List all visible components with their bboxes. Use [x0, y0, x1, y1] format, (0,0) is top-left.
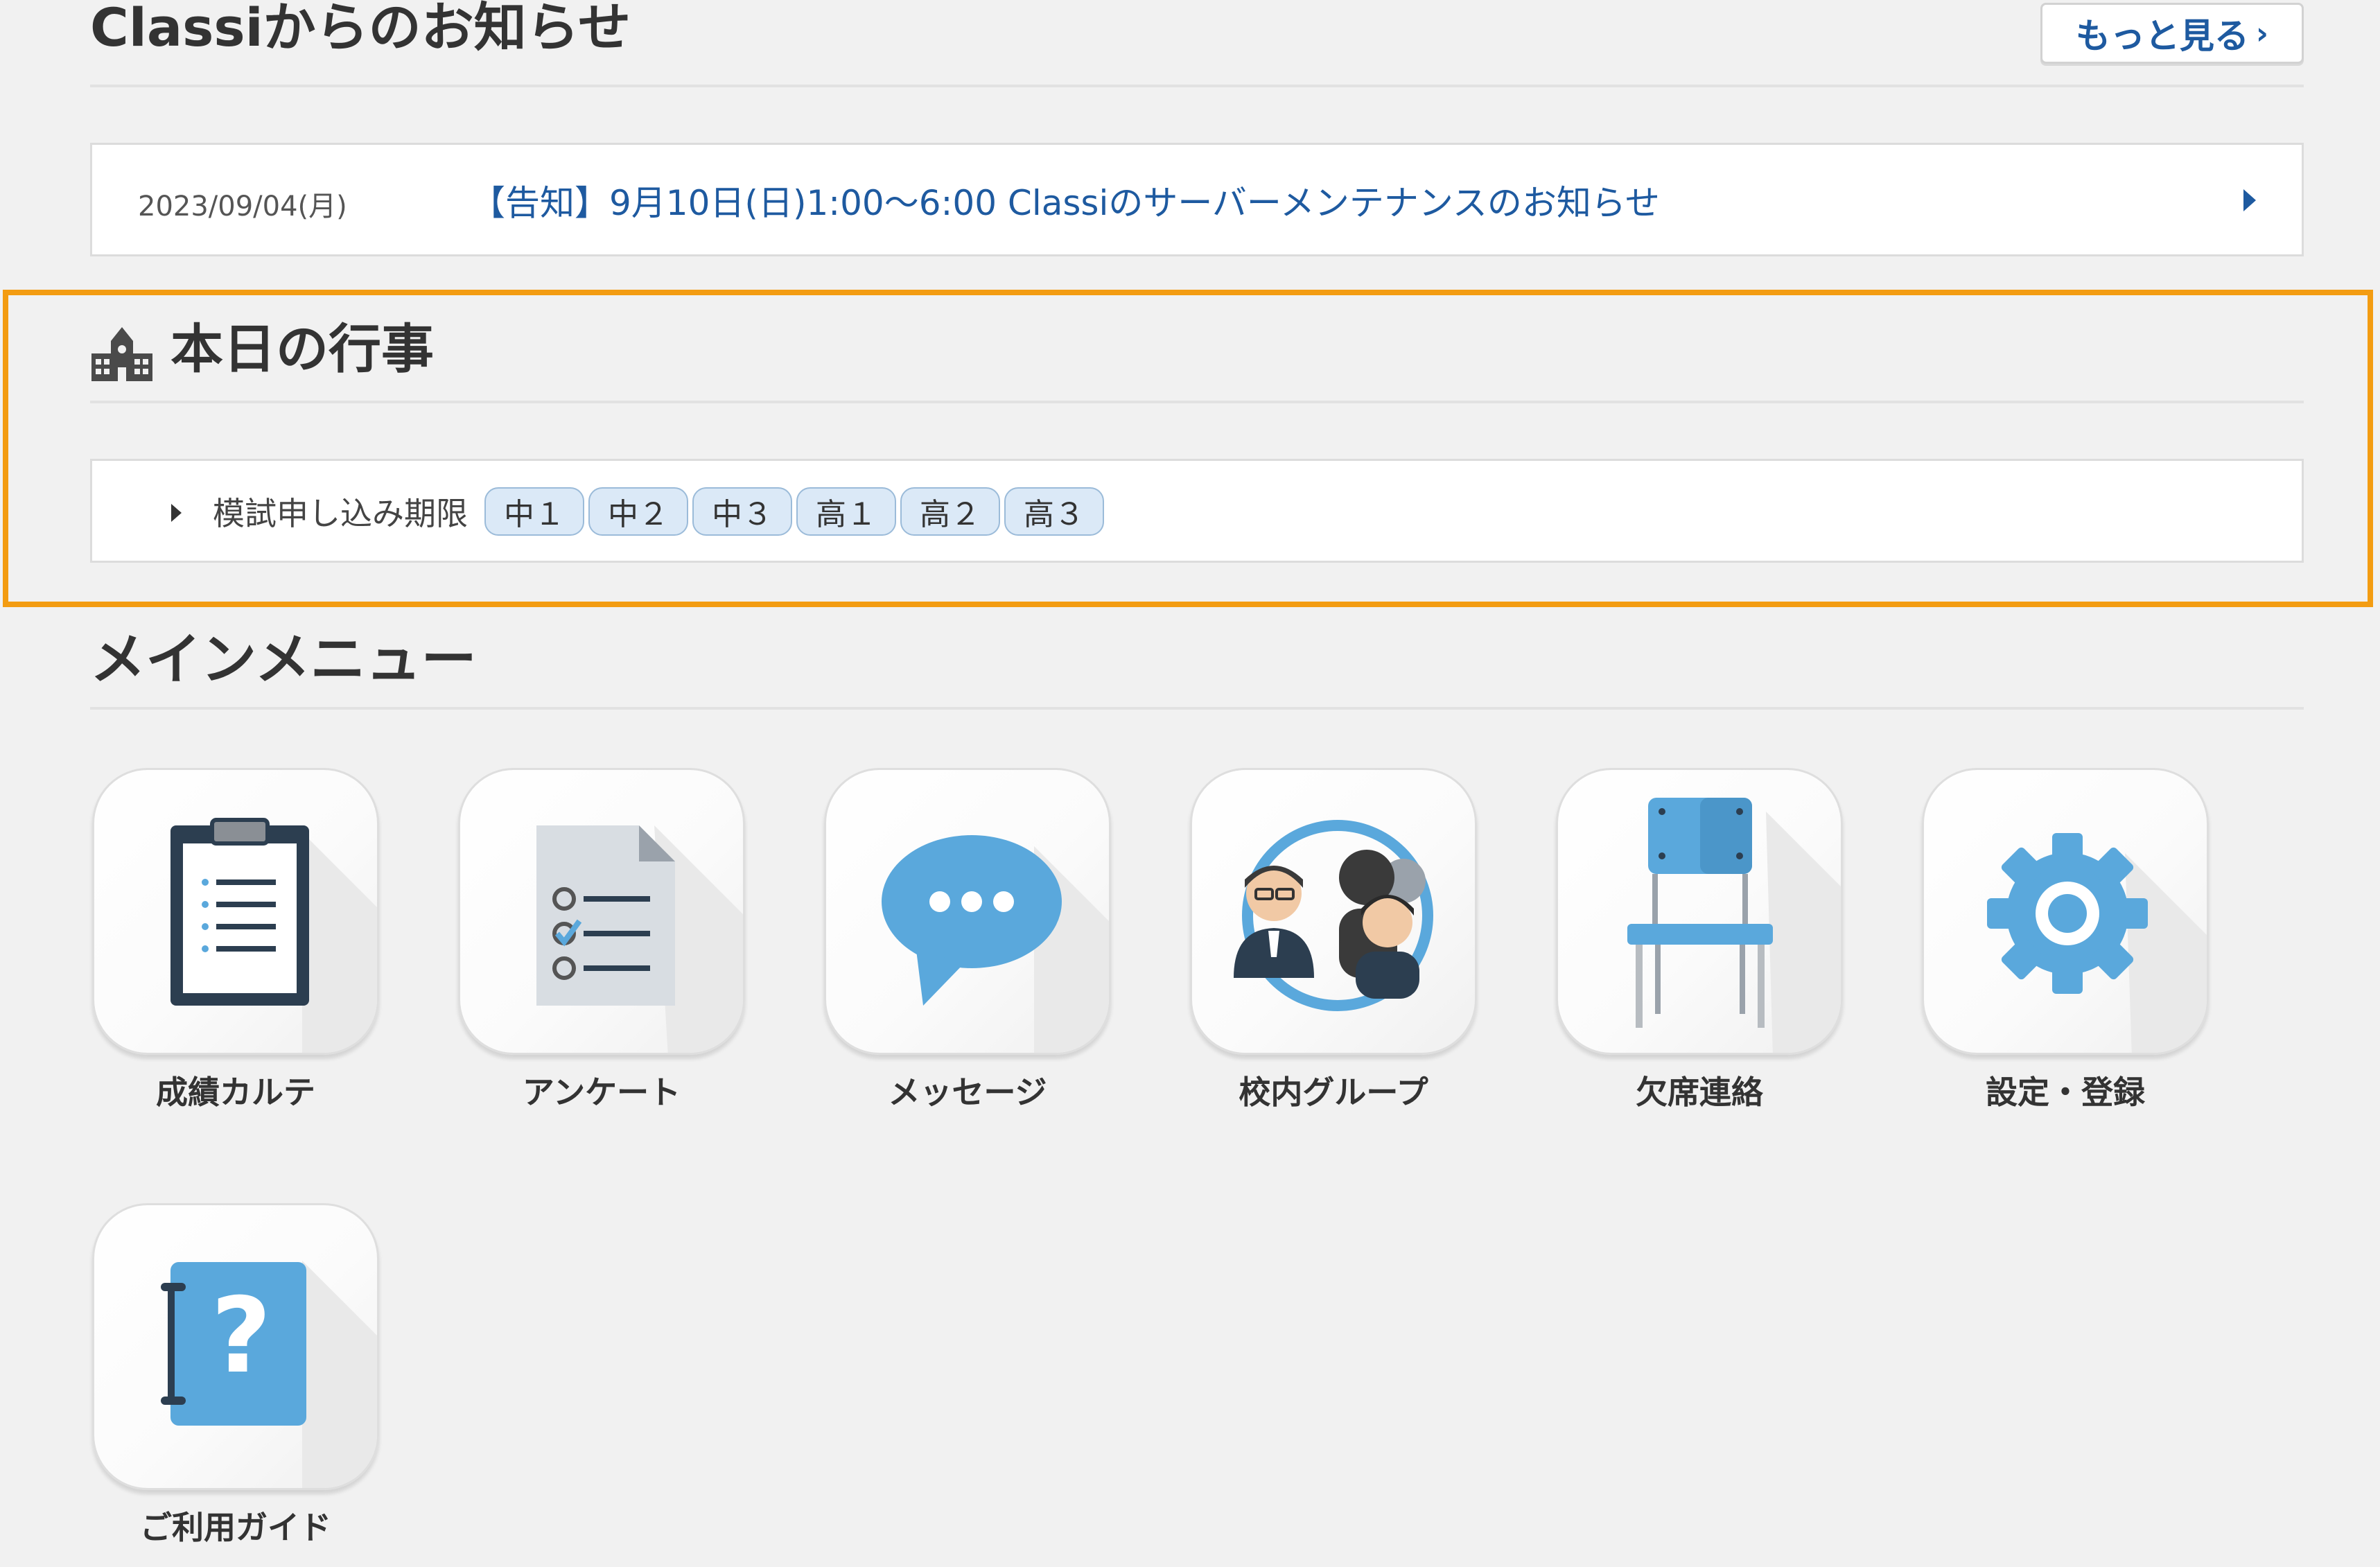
caret-right-icon	[2243, 189, 2256, 211]
notices-header: Classiからのお知らせ もっと見る ›	[90, 0, 2304, 87]
chair-icon	[1627, 798, 1841, 1053]
clipboard-icon	[170, 818, 377, 1053]
menu-tile-absence[interactable]: 欠席連絡	[1554, 768, 1845, 1113]
menu-label: 設定・登録	[1986, 1074, 2145, 1111]
menu-label: 校内グループ	[1239, 1074, 1428, 1111]
notices-title: Classiからのお知らせ	[90, 0, 631, 58]
survey-checklist-icon	[536, 825, 743, 1053]
menu-label: アンケート	[522, 1074, 681, 1111]
more-button[interactable]: もっと見る ›	[2040, 3, 2304, 64]
menu-tile-group[interactable]: 校内グループ	[1188, 768, 1479, 1113]
help-book-icon: ?	[161, 1261, 377, 1488]
main-menu-header: メインメニュー	[90, 617, 2304, 710]
menu-label: 欠席連絡	[1636, 1074, 1763, 1111]
menu-label: 成績カルテ	[156, 1074, 315, 1111]
notice-link[interactable]: 【告知】9月10日(日)1:00～6:00 Classiのサーバーメンテナンスの…	[471, 175, 1660, 225]
group-people-icon	[1234, 820, 1433, 1011]
notice-date: 2023/09/04(月)	[138, 191, 347, 222]
gear-icon	[1987, 833, 2207, 1053]
menu-tile-guide[interactable]: ? ご利用ガイド	[90, 1203, 381, 1548]
main-menu-title: メインメニュー	[90, 627, 477, 692]
svg-text:?: ?	[211, 1276, 271, 1397]
menu-tile-settings[interactable]: 設定・登録	[1920, 768, 2211, 1113]
menu-label: メッセージ	[888, 1074, 1047, 1111]
more-button-label: もっと見る	[2075, 16, 2249, 56]
menu-tile-grades[interactable]: 成績カルテ	[90, 768, 381, 1113]
notice-item[interactable]: 2023/09/04(月) 【告知】9月10日(日)1:00～6:00 Clas…	[90, 143, 2304, 256]
menu-tile-message[interactable]: メッセージ	[822, 768, 1113, 1113]
menu-tile-survey[interactable]: アンケート	[456, 768, 747, 1113]
menu-label: ご利用ガイド	[140, 1509, 331, 1546]
chevron-right-icon: ›	[2255, 15, 2269, 51]
speech-bubble-icon	[882, 835, 1109, 1053]
today-events-highlight	[3, 290, 2373, 607]
main-content: Classiからのお知らせ もっと見る › 2023/09/04(月) 【告知】…	[90, 0, 2304, 1546]
